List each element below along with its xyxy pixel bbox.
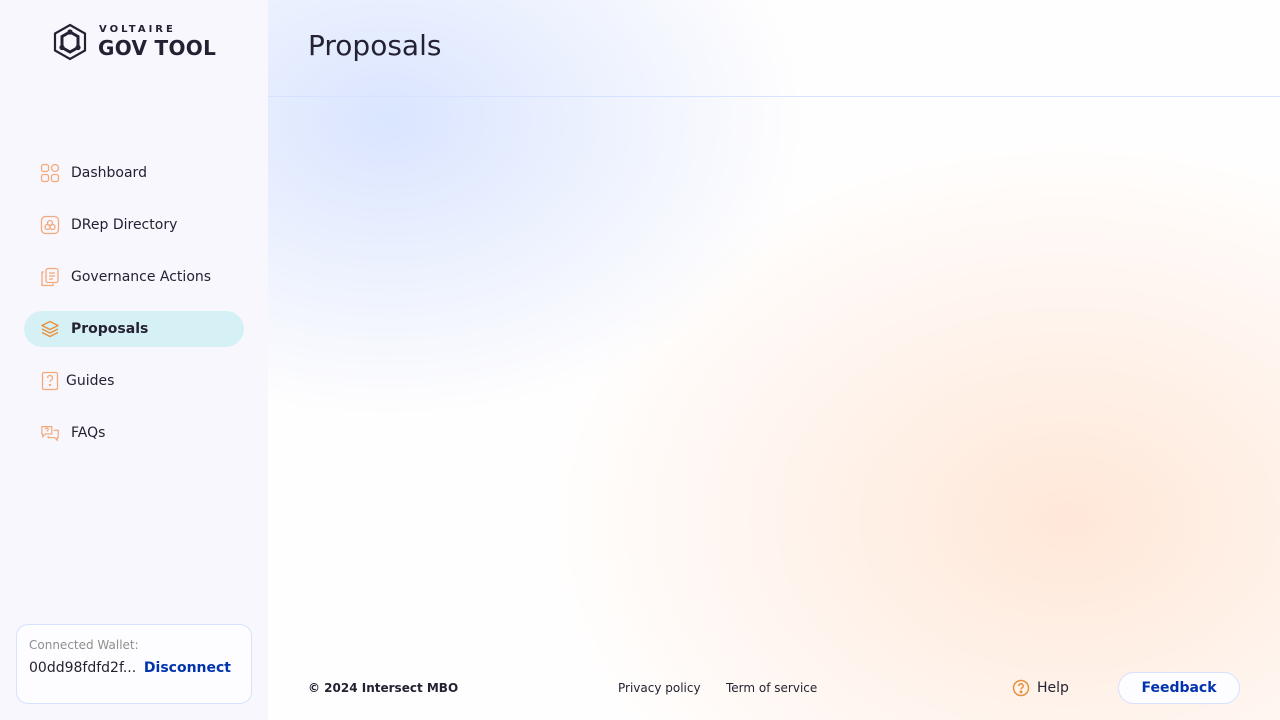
main-content: Proposals © 2024 Intersect MBO Privacy p… xyxy=(268,0,1280,720)
help-label: Help xyxy=(1037,680,1069,696)
guides-icon xyxy=(40,371,60,391)
sidebar-item-governance-actions[interactable]: Governance Actions xyxy=(24,259,244,295)
wallet-id: 00dd98fdfd2f... xyxy=(29,660,137,676)
page-header: Proposals xyxy=(268,0,1280,97)
help-button[interactable]: Help xyxy=(1012,679,1069,697)
sidebar-nav: Dashboard DRep Directory Governance Acti… xyxy=(24,155,244,467)
sidebar-item-proposals[interactable]: Proposals xyxy=(24,311,244,347)
sidebar-item-label: Guides xyxy=(66,373,115,389)
proposals-icon xyxy=(40,319,60,339)
sidebar-item-label: Dashboard xyxy=(71,165,147,181)
sidebar-item-faqs[interactable]: FAQs xyxy=(24,415,244,451)
drep-directory-icon xyxy=(40,215,60,235)
footer: © 2024 Intersect MBO Privacy policy Term… xyxy=(268,672,1280,704)
logo-subtitle: VOLTAIRE xyxy=(99,24,176,35)
terms-of-service-link[interactable]: Term of service xyxy=(726,681,817,695)
sidebar-item-drep-directory[interactable]: DRep Directory xyxy=(24,207,244,243)
logo-hexagon-icon xyxy=(53,23,87,61)
sidebar: VOLTAIRE GOV TOOL Dashboard DRep Directo… xyxy=(0,0,268,720)
sidebar-item-label: Proposals xyxy=(71,321,149,337)
logo-title: GOV TOOL xyxy=(98,36,217,60)
page-title: Proposals xyxy=(308,29,442,62)
copyright-text: © 2024 Intersect MBO xyxy=(308,681,459,695)
connected-wallet-card: Connected Wallet: 00dd98fdfd2f... Discon… xyxy=(16,624,252,704)
app-logo[interactable]: VOLTAIRE GOV TOOL xyxy=(50,22,216,62)
faqs-icon xyxy=(40,423,60,443)
sidebar-item-guides[interactable]: Guides xyxy=(24,363,244,399)
sidebar-item-label: FAQs xyxy=(71,425,106,441)
governance-actions-icon xyxy=(40,267,60,287)
feedback-button[interactable]: Feedback xyxy=(1118,672,1240,704)
wallet-caption: Connected Wallet: xyxy=(29,638,139,652)
sidebar-item-label: DRep Directory xyxy=(71,217,178,233)
disconnect-button[interactable]: Disconnect xyxy=(144,660,231,676)
help-icon xyxy=(1012,679,1030,697)
dashboard-icon xyxy=(40,163,60,183)
privacy-policy-link[interactable]: Privacy policy xyxy=(618,681,701,695)
sidebar-item-dashboard[interactable]: Dashboard xyxy=(24,155,244,191)
sidebar-item-label: Governance Actions xyxy=(71,269,212,285)
